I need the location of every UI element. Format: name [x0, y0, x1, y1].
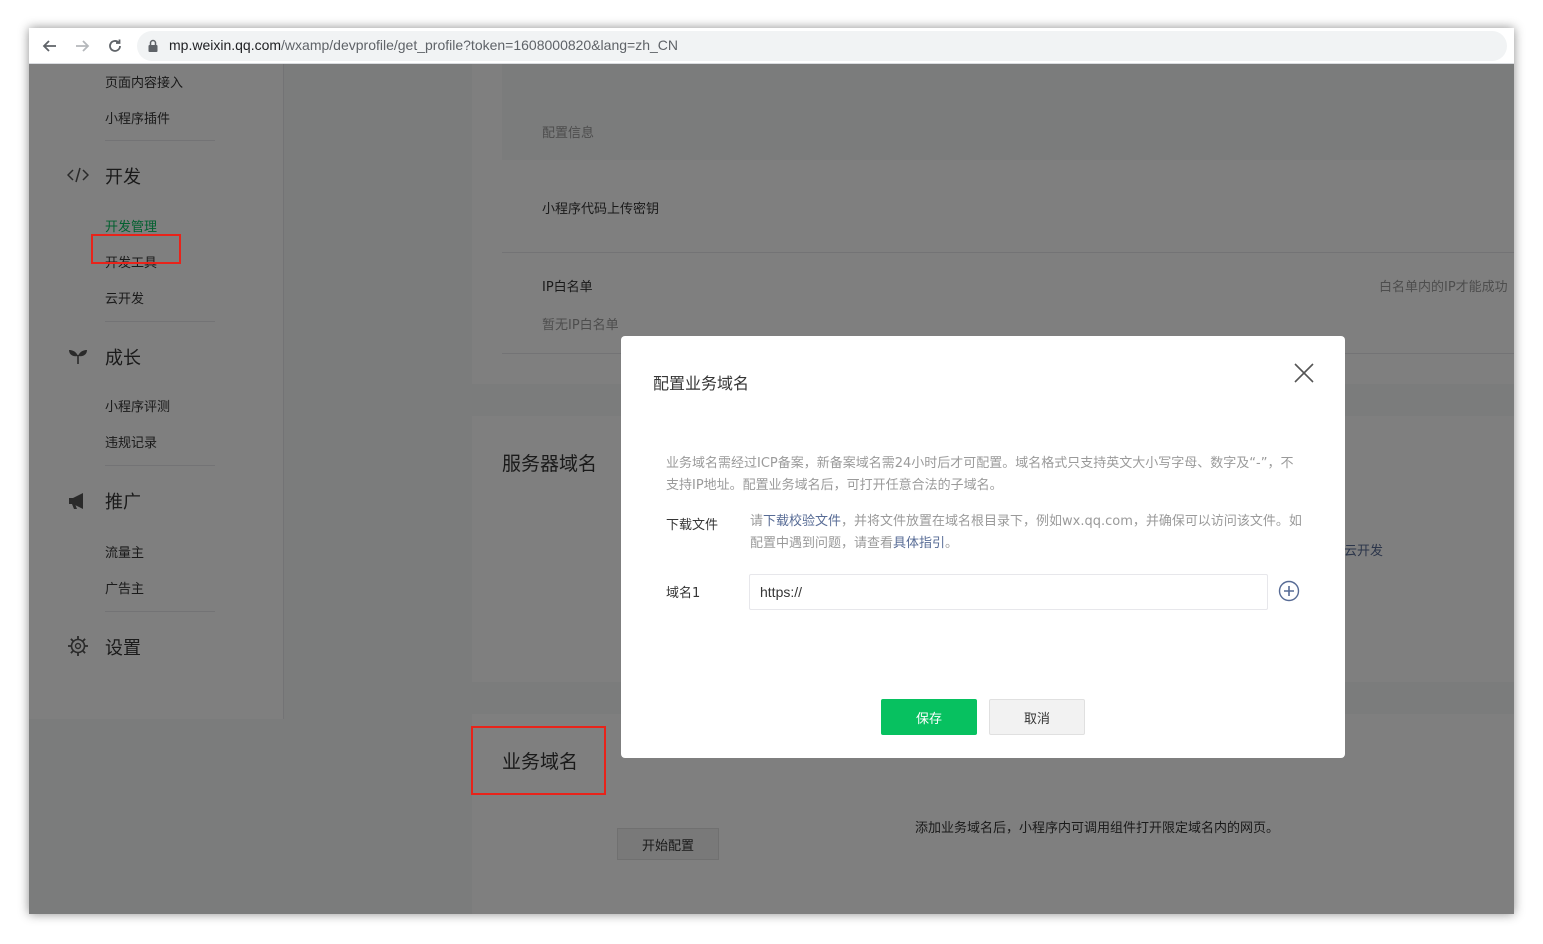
url-domain: mp.weixin.qq.com	[169, 37, 282, 53]
dialog-description: 业务域名需经过ICP备案，新备案域名需24小时后才可配置。域名格式只支持英文大小…	[666, 456, 1294, 493]
close-icon[interactable]	[1293, 362, 1315, 384]
domain-1-label: 域名1	[666, 586, 701, 601]
arrow-right-icon	[76, 40, 90, 52]
domain-1-input[interactable]	[749, 574, 1268, 610]
cancel-button[interactable]: 取消	[989, 699, 1085, 735]
page: 页面内容接入 小程序插件 开发 开发管理 开发工具 云开发 成长 小程序评测 违…	[29, 64, 1514, 914]
reload-icon	[109, 39, 121, 52]
save-button[interactable]: 保存	[881, 699, 977, 735]
highlight-box-dev-management	[91, 234, 181, 264]
forward-button[interactable]	[69, 33, 95, 59]
highlight-box-business-domain	[471, 726, 606, 795]
download-verify-file-link[interactable]: 下载校验文件	[763, 514, 841, 529]
add-circle-icon[interactable]	[1278, 580, 1300, 602]
download-file-text: 请下载校验文件，并将文件放置在域名根目录下，例如wx.qq.com，并确保可以访…	[750, 511, 1310, 555]
download-file-label: 下载文件	[666, 518, 719, 533]
lock-icon	[148, 39, 158, 52]
download-text-part: 。	[945, 536, 959, 551]
browser-toolbar: mp.weixin.qq.com/wxamp/devprofile/get_pr…	[29, 28, 1514, 64]
browser-window: mp.weixin.qq.com/wxamp/devprofile/get_pr…	[29, 28, 1514, 914]
url-path: /wxamp/devprofile/get_profile?token=1608…	[281, 37, 678, 53]
arrow-left-icon	[42, 40, 56, 52]
url-text: mp.weixin.qq.com/wxamp/devprofile/get_pr…	[169, 37, 678, 53]
back-button[interactable]	[37, 33, 63, 59]
address-bar[interactable]: mp.weixin.qq.com/wxamp/devprofile/get_pr…	[137, 31, 1507, 61]
download-text-part: 请	[750, 514, 764, 529]
guide-link[interactable]: 具体指引	[893, 536, 945, 551]
dialog-title: 配置业务域名	[653, 374, 750, 393]
configure-business-domain-dialog: 配置业务域名 业务域名需经过ICP备案，新备案域名需24小时后才可配置。域名格式…	[621, 336, 1345, 758]
reload-button[interactable]	[102, 33, 128, 59]
